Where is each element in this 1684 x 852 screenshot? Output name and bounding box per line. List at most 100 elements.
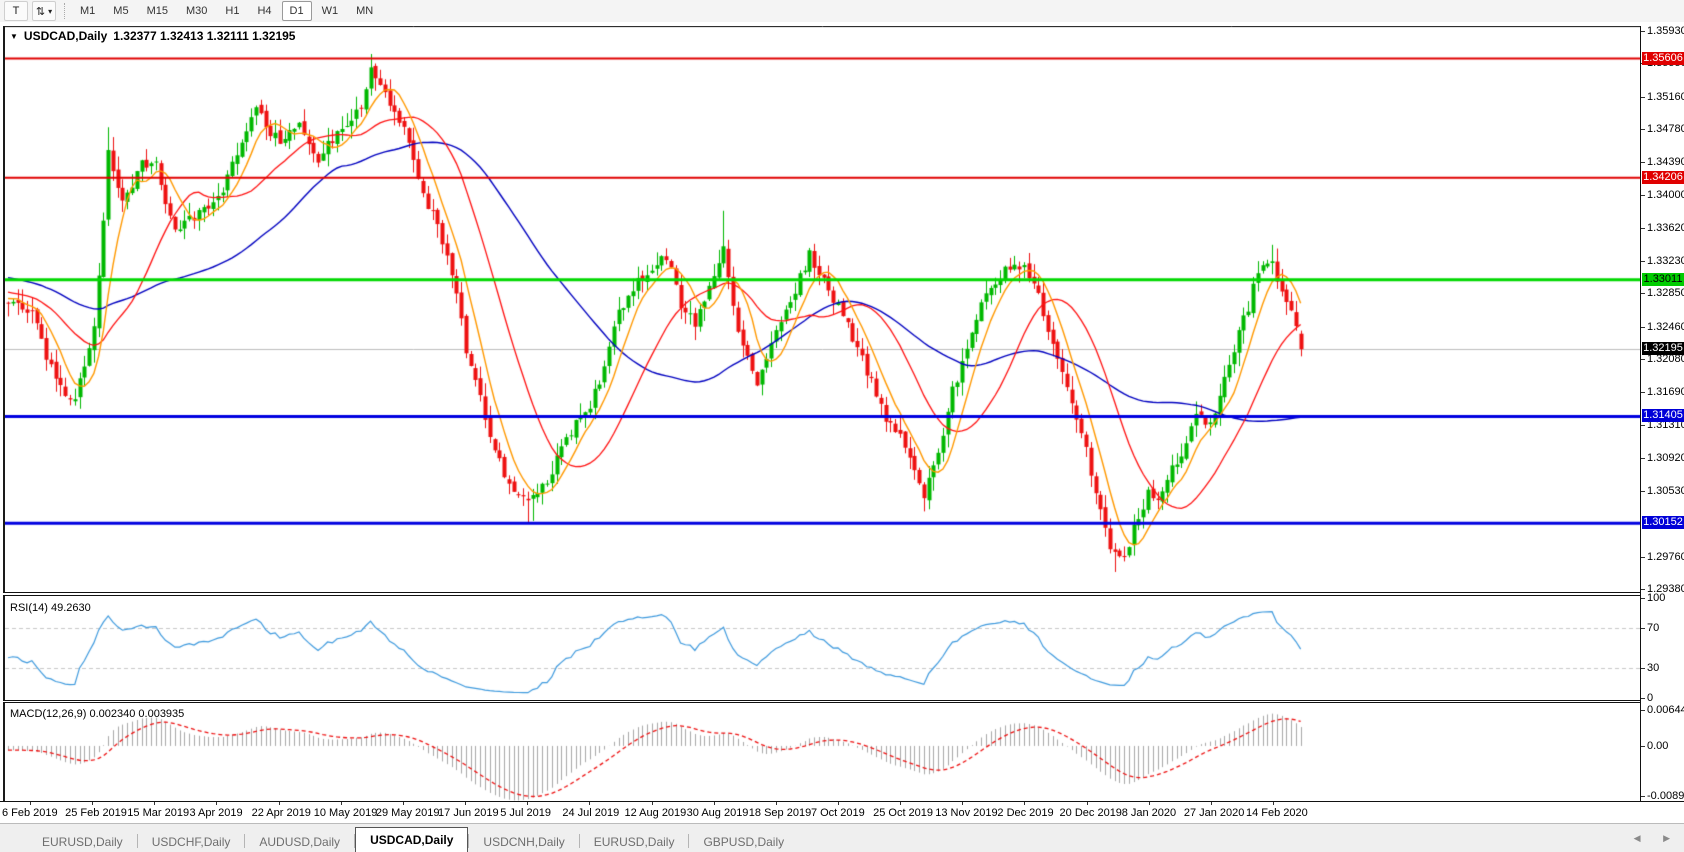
timeframe-button-m5[interactable]: M5 — [105, 1, 136, 21]
date-tick-mark — [1273, 802, 1274, 805]
level-price-label: 1.35606 — [1642, 51, 1684, 65]
date-label: 29 May 2019 — [375, 807, 440, 819]
price-axis[interactable]: 1.359301.355501.351601.347801.343901.340… — [1640, 25, 1684, 823]
macd-tick-label: 0.00 — [1647, 739, 1669, 752]
price-tick-label: 1.33230 — [1647, 255, 1684, 267]
axis-tick-mark — [1641, 556, 1645, 558]
level-price-label: 1.34206 — [1642, 170, 1684, 184]
quote-ohlc-label: 1.32377 1.32413 1.32111 1.32195 — [113, 29, 296, 43]
price-tick-label: 1.34780 — [1647, 122, 1684, 135]
timeframe-button-w1[interactable]: W1 — [314, 1, 347, 21]
timeframe-button-m1[interactable]: M1 — [72, 1, 103, 21]
axis-tick-mark — [1641, 710, 1645, 711]
chart-tab-bar: EURUSD,Daily USDCHF,Daily AUDUSD,Daily USDC… — [0, 823, 1684, 852]
toolbar-separator — [64, 3, 66, 19]
collapse-triangle-icon: ▼ — [10, 31, 18, 41]
tab-scroll-right-icon[interactable]: ▶ — [1663, 833, 1680, 843]
date-tick-mark — [527, 802, 529, 805]
level-price-label: 1.31405 — [1642, 409, 1684, 423]
date-axis[interactable]: 6 Feb 2019 25 Feb 2019 15 Mar 2019 3 Apr 20… — [0, 801, 1684, 824]
date-label: 30 Aug 2019 — [686, 807, 749, 819]
date-label: 5 Jul 2019 — [500, 807, 551, 819]
macd-label: MACD(12,26,9) 0.002340 0.003935 — [10, 708, 185, 720]
timeframe-button-mn[interactable]: MN — [348, 1, 381, 21]
date-tick-mark — [278, 802, 280, 805]
timeframe-button-h1[interactable]: H1 — [217, 1, 247, 21]
current-price-label: 1.32195 — [1642, 342, 1684, 356]
axis-tick-mark — [1641, 668, 1645, 669]
axis-tick-mark — [1641, 326, 1645, 328]
date-label: 27 Jan 2020 — [1183, 807, 1245, 819]
timeframe-button-m15[interactable]: M15 — [139, 1, 176, 21]
date-tick-mark — [402, 802, 404, 805]
tab-scroll-left-icon[interactable]: ◀ — [1634, 833, 1651, 843]
price-tick-label: 1.35930 — [1647, 25, 1684, 37]
axis-tick-mark — [1641, 162, 1645, 164]
rsi-tick-label: 0 — [1647, 692, 1654, 704]
arrange-icon: ⇅ — [35, 5, 46, 18]
date-tick-mark — [775, 802, 777, 805]
chart-title: ▼ USDCAD,Daily 1.32377 1.32413 1.32111 1… — [10, 29, 295, 43]
date-label: 24 Jul 2019 — [562, 807, 620, 819]
date-label: 18 Sep 2019 — [748, 807, 812, 819]
axis-tick-mark — [1641, 796, 1645, 797]
chart-tab-usdcnh-4[interactable]: USDCNH,Daily — [469, 831, 578, 852]
arrange-windows-button[interactable]: ⇅ ▾ — [32, 1, 56, 21]
chart-tab-eurusd-0[interactable]: EURUSD,Daily — [28, 831, 137, 852]
rsi-label: RSI(14) 49.2630 — [10, 602, 91, 614]
date-label: 14 Feb 2020 — [1246, 807, 1308, 819]
timeframe-toolbar: M1 M5 M15 M30 H1 H4 D1 W1 MN — [72, 1, 383, 21]
chart-tab-usdchf-1[interactable]: USDCHF,Daily — [138, 831, 245, 852]
date-label: 2 Dec 2019 — [997, 807, 1054, 819]
price-tick-label: 1.30920 — [1647, 451, 1684, 464]
date-tick-mark — [962, 802, 964, 805]
date-tick-mark — [1086, 802, 1088, 805]
date-tick-mark — [30, 802, 31, 805]
axis-tick-mark — [1641, 628, 1645, 629]
text-tool-button[interactable]: T — [4, 1, 28, 21]
chart-tab-eurusd-5[interactable]: EURUSD,Daily — [580, 831, 689, 852]
axis-tick-mark — [1641, 293, 1645, 295]
chart-tab-gbpusd-6[interactable]: GBPUSD,Daily — [689, 831, 798, 852]
date-label: 7 Oct 2019 — [810, 807, 865, 819]
text-tool-icon: T — [12, 5, 20, 17]
rsi-indicator-canvas[interactable] — [5, 596, 1640, 700]
rsi-tick-label: 30 — [1647, 662, 1660, 674]
date-label: 15 Mar 2019 — [127, 807, 190, 819]
macd-tick-label: 0.006448 — [1647, 704, 1684, 716]
date-tick-mark — [465, 802, 467, 805]
timeframe-button-h4[interactable]: H4 — [249, 1, 279, 21]
macd-indicator-canvas[interactable] — [5, 703, 1640, 801]
date-label: 12 Aug 2019 — [624, 807, 687, 819]
date-label: 13 Nov 2019 — [935, 807, 998, 819]
date-tick-mark — [900, 802, 902, 805]
date-label: 6 Feb 2019 — [2, 807, 58, 819]
date-tick-mark — [154, 802, 156, 805]
date-tick-mark — [589, 802, 591, 805]
price-chart-canvas[interactable] — [5, 26, 1640, 592]
price-tick-label: 1.34390 — [1647, 156, 1684, 169]
toolbar: T ⇅ ▾ M1 M5 M15 M30 H1 H4 D1 W1 MN — [0, 0, 1684, 22]
date-label: 8 Jan 2020 — [1121, 807, 1177, 819]
price-tick-label: 1.31690 — [1647, 386, 1684, 399]
tab-scroll-arrows: ◀ ▶ — [1634, 833, 1680, 844]
axis-tick-mark — [1641, 491, 1645, 493]
chart-tab-audusd-2[interactable]: AUDUSD,Daily — [245, 831, 354, 852]
date-tick-mark — [837, 802, 839, 805]
price-tick-label: 1.35160 — [1647, 90, 1684, 103]
axis-tick-mark — [1641, 588, 1645, 590]
level-price-label: 1.30152 — [1642, 516, 1684, 530]
date-label: 20 Dec 2019 — [1059, 807, 1122, 819]
axis-tick-mark — [1641, 128, 1645, 130]
axis-tick-mark — [1641, 96, 1645, 98]
price-tick-label: 1.32460 — [1647, 320, 1684, 333]
axis-tick-mark — [1641, 424, 1645, 426]
axis-tick-mark — [1641, 227, 1645, 229]
date-tick-mark — [1024, 802, 1026, 805]
chart-tab-usdcad-3[interactable]: USDCAD,Daily — [355, 827, 469, 852]
timeframe-button-m30[interactable]: M30 — [178, 1, 215, 21]
axis-tick-mark — [1641, 195, 1645, 197]
axis-tick-mark — [1641, 261, 1645, 262]
date-label: 3 Apr 2019 — [189, 807, 243, 819]
timeframe-button-d1[interactable]: D1 — [281, 1, 312, 21]
